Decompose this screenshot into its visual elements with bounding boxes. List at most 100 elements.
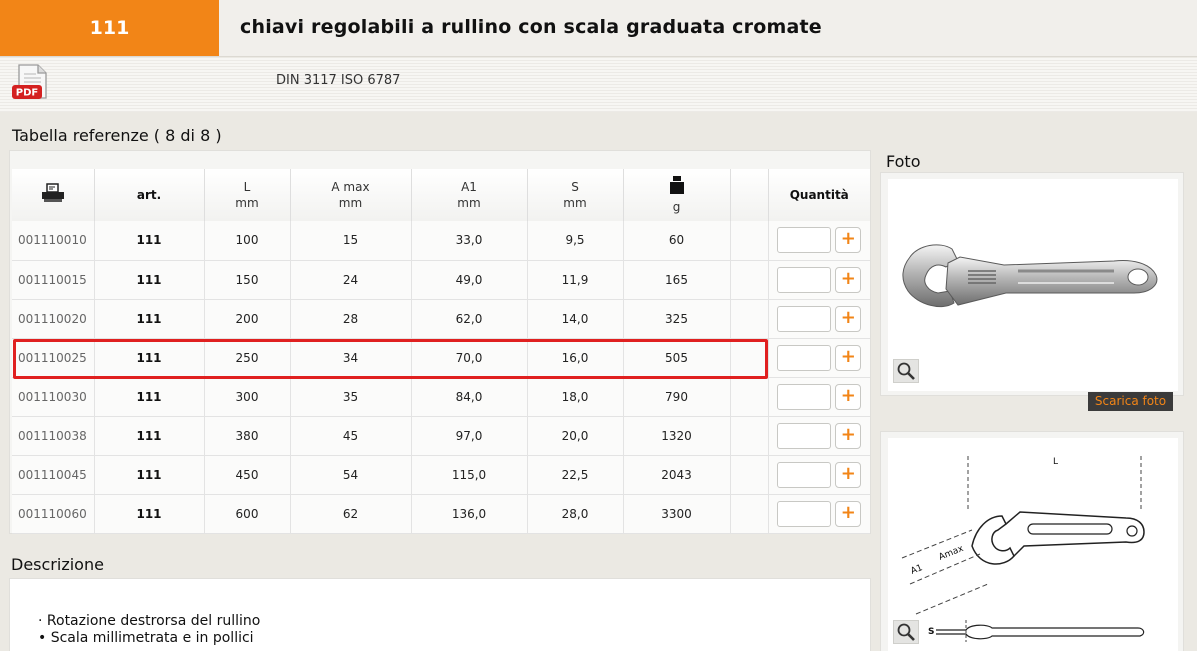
svg-text:PDF: PDF: [16, 88, 38, 99]
column-quantity: Quantità: [768, 169, 870, 221]
weight-value: 165: [623, 260, 731, 300]
reference-table: art. Lmm A max mm A1 mm Smm g Quantità 001: [9, 150, 871, 534]
quantity-input[interactable]: [777, 266, 832, 293]
quantity-input[interactable]: [777, 383, 832, 410]
article-code: 001110010: [12, 221, 95, 261]
article-code: 001110045: [12, 455, 95, 495]
add-to-cart-icon[interactable]: +: [835, 305, 862, 332]
s-value: 9,5: [527, 221, 624, 261]
table-row: 001110015 111 150 24 49,0 11,9 165 +: [12, 260, 870, 300]
add-to-cart-icon[interactable]: +: [835, 227, 862, 254]
weight-value: 790: [623, 377, 731, 417]
article-series: 111: [94, 338, 205, 378]
weight-value: 1320: [623, 416, 731, 456]
article-code: 001110025: [12, 338, 95, 378]
length-value: 150: [204, 260, 291, 300]
technical-drawing[interactable]: L A1 Amax S: [888, 438, 1178, 651]
column-a-max: A max mm: [290, 169, 412, 221]
quantity-input[interactable]: [777, 344, 832, 371]
product-photo[interactable]: [888, 179, 1178, 391]
s-value: 28,0: [527, 494, 624, 534]
a1-value: 62,0: [411, 299, 528, 339]
length-value: 600: [204, 494, 291, 534]
s-value: 22,5: [527, 455, 624, 495]
photo-title: Foto: [886, 152, 921, 171]
weight-value: 3300: [623, 494, 731, 534]
photo-box: [880, 172, 1184, 396]
product-code: 111: [0, 0, 219, 56]
article-code: 001110030: [12, 377, 95, 417]
printer-icon[interactable]: [40, 183, 66, 206]
table-row: 001110010 111 100 15 33,0 9,5 60 +: [12, 221, 870, 261]
blank-cell: [730, 338, 769, 378]
pdf-icon[interactable]: PDF: [10, 62, 52, 104]
quantity-cell: +: [768, 260, 870, 300]
drawing-box: L A1 Amax S: [880, 431, 1184, 651]
page-header: 111 chiavi regolabili a rullino con scal…: [0, 0, 1197, 57]
column-blank: [730, 169, 769, 221]
printer-column: [12, 169, 95, 221]
article-series: 111: [94, 260, 205, 300]
add-to-cart-icon[interactable]: +: [835, 461, 862, 488]
quantity-input[interactable]: [777, 461, 832, 488]
column-l: Lmm: [204, 169, 291, 221]
quantity-input[interactable]: [777, 422, 832, 449]
add-to-cart-icon[interactable]: +: [835, 266, 862, 293]
quantity-cell: +: [768, 416, 870, 456]
a1-value: 84,0: [411, 377, 528, 417]
norm-text: DIN 3117 ISO 6787: [276, 73, 401, 88]
blank-cell: [730, 260, 769, 300]
quantity-input[interactable]: [777, 227, 832, 254]
length-value: 300: [204, 377, 291, 417]
a1-value: 49,0: [411, 260, 528, 300]
a-max-value: 45: [290, 416, 412, 456]
add-to-cart-icon[interactable]: +: [835, 344, 862, 371]
length-value: 100: [204, 221, 291, 261]
quantity-input[interactable]: [777, 305, 832, 332]
article-series: 111: [94, 455, 205, 495]
description-title: Descrizione: [11, 555, 104, 574]
table-row: 001110030 111 300 35 84,0 18,0 790 +: [12, 377, 870, 417]
quantity-cell: +: [768, 377, 870, 417]
s-value: 14,0: [527, 299, 624, 339]
article-series: 111: [94, 221, 205, 261]
a-max-value: 28: [290, 299, 412, 339]
s-value: 20,0: [527, 416, 624, 456]
table-row: 001110025 111 250 34 70,0 16,0 505 +: [12, 338, 870, 378]
article-code: 001110020: [12, 299, 95, 339]
a1-value: 97,0: [411, 416, 528, 456]
a-max-value: 24: [290, 260, 412, 300]
article-series: 111: [94, 299, 205, 339]
zoom-photo-button[interactable]: [893, 359, 919, 383]
add-to-cart-icon[interactable]: +: [835, 422, 862, 449]
table-row: 001110060 111 600 62 136,0 28,0 3300 +: [12, 494, 870, 534]
a-max-value: 35: [290, 377, 412, 417]
svg-text:L: L: [1053, 457, 1058, 467]
magnifier-icon: [897, 623, 915, 641]
quantity-input[interactable]: [777, 500, 832, 527]
column-a1: A1 mm: [411, 169, 528, 221]
norm-band: [0, 58, 1197, 112]
table-row: 001110038 111 380 45 97,0 20,0 1320 +: [12, 416, 870, 456]
weight-value: 2043: [623, 455, 731, 495]
magnifier-icon: [897, 362, 915, 380]
weight-value: 60: [623, 221, 731, 261]
blank-cell: [730, 416, 769, 456]
a1-value: 115,0: [411, 455, 528, 495]
description-item: • Scala millimetrata e in pollici: [38, 630, 254, 646]
quantity-cell: +: [768, 221, 870, 261]
article-code: 001110038: [12, 416, 95, 456]
blank-cell: [730, 221, 769, 261]
weight-icon: [668, 176, 686, 198]
add-to-cart-icon[interactable]: +: [835, 500, 862, 527]
s-value: 11,9: [527, 260, 624, 300]
page-title: chiavi regolabili a rullino con scala gr…: [240, 16, 822, 38]
table-title: Tabella referenze ( 8 di 8 ): [12, 126, 222, 145]
zoom-drawing-button[interactable]: [893, 620, 919, 644]
wrench-image: [902, 244, 1158, 307]
a1-value: 136,0: [411, 494, 528, 534]
blank-cell: [730, 494, 769, 534]
a1-value: 33,0: [411, 221, 528, 261]
download-photo-button[interactable]: Scarica foto: [1088, 392, 1173, 411]
add-to-cart-icon[interactable]: +: [835, 383, 862, 410]
